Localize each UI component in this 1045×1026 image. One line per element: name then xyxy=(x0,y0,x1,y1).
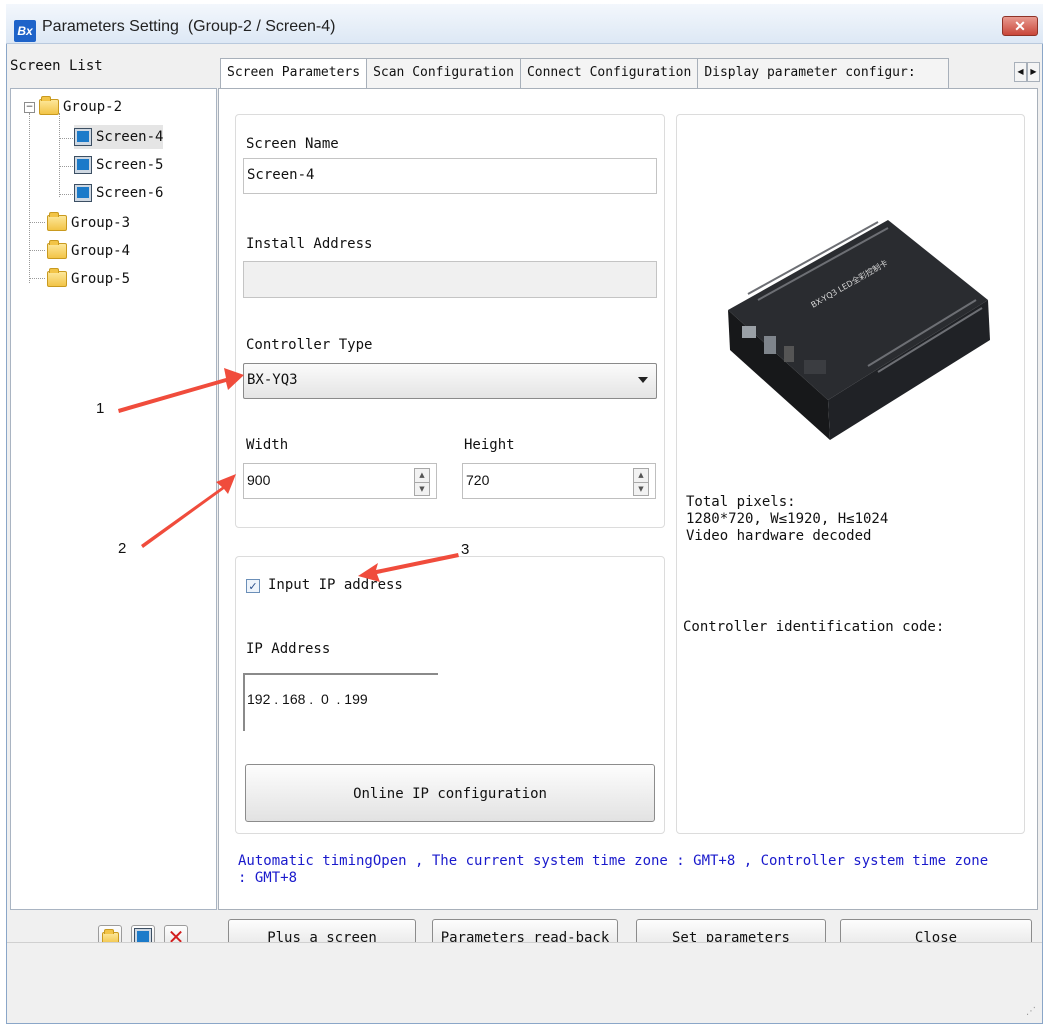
annotation-arrow-1 xyxy=(118,368,244,413)
annotation-arrow-3 xyxy=(358,553,459,582)
annotation-arrow-2 xyxy=(141,474,236,548)
annotation-overlay xyxy=(118,368,459,582)
annotation-label-3: 3 xyxy=(461,541,470,558)
annotation-label-1: 1 xyxy=(96,400,105,417)
annotation-label-2: 2 xyxy=(118,540,127,557)
